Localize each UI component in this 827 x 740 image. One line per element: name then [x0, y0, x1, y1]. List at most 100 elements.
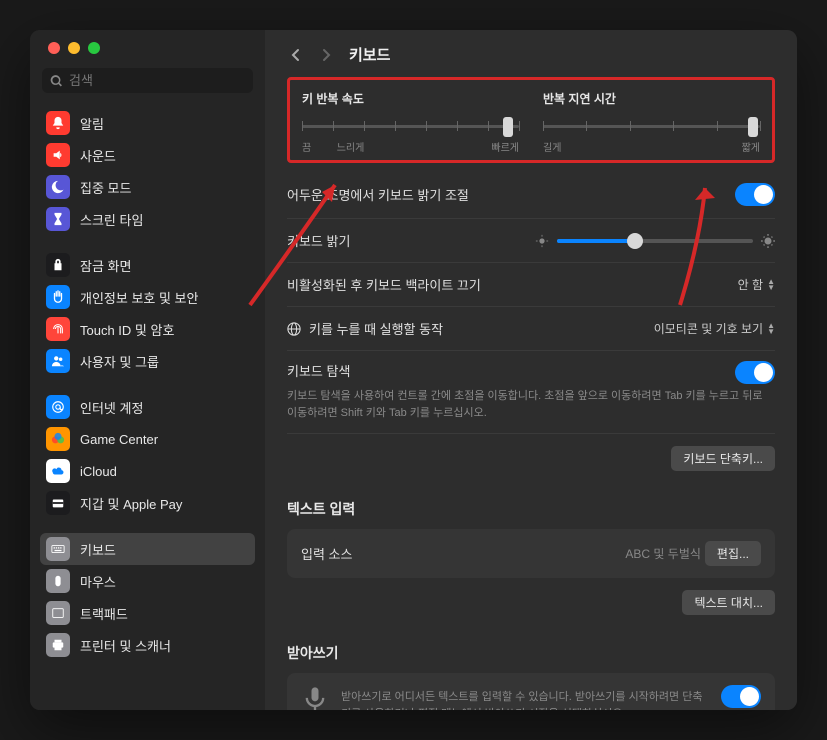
globe-key-select[interactable]: 이모티콘 및 기호 보기 ▲▼	[654, 320, 775, 337]
keyboard-nav-desc: 키보드 탐색을 사용하여 컨트롤 간에 초점을 이동합니다. 초점을 앞으로 이…	[287, 388, 775, 421]
sidebar-item-icloud[interactable]: iCloud	[40, 455, 255, 487]
moon-icon	[46, 175, 70, 199]
sidebar-item-label: 집중 모드	[80, 178, 131, 197]
trackpad-icon	[46, 601, 70, 625]
sidebar-item-users[interactable]: 사용자 및 그룹	[40, 345, 255, 377]
sidebar-item-label: 키보드	[80, 540, 116, 559]
dictation-toggle[interactable]	[721, 685, 761, 708]
sidebar-item-speaker[interactable]: 사운드	[40, 139, 255, 171]
settings-window: 알림사운드집중 모드스크린 타임잠금 화면개인정보 보호 및 보안 Touch I…	[30, 30, 797, 710]
close-window-button[interactable]	[48, 42, 60, 54]
sidebar-item-label: 개인정보 보호 및 보안	[80, 288, 198, 307]
forward-button[interactable]	[317, 45, 337, 65]
minimize-window-button[interactable]	[68, 42, 80, 54]
backlight-off-select[interactable]: 안 함 ▲▼	[738, 276, 775, 293]
window-controls	[30, 42, 265, 68]
sidebar-item-label: Touch ID 및 암호	[80, 320, 174, 339]
key-repeat-label: 키 반복 속도	[302, 90, 519, 107]
header: 키보드	[265, 30, 797, 77]
text-input-section-title: 텍스트 입력	[287, 499, 775, 519]
delay-max-label: 짧게	[742, 139, 760, 154]
page-title: 키보드	[349, 44, 390, 65]
slider-thumb[interactable]	[748, 117, 758, 137]
slider-thumb[interactable]	[503, 117, 513, 137]
input-source-edit-button[interactable]: 편집...	[705, 541, 761, 566]
search-icon	[50, 74, 63, 88]
globe-key-row: 키를 누를 때 실행할 동작 이모티콘 및 기호 보기 ▲▼	[287, 307, 775, 351]
users-icon	[46, 349, 70, 373]
text-replacement-button[interactable]: 텍스트 대치...	[682, 590, 775, 615]
content: 키 반복 속도 끔 느리게 빠르게 반복 지연 시간	[265, 77, 797, 710]
back-button[interactable]	[285, 45, 305, 65]
brightness-slider[interactable]	[535, 234, 775, 248]
dictation-desc: 받아쓰기로 어디서든 텍스트를 입력할 수 있습니다. 받아쓰기를 시작하려면 …	[341, 689, 709, 710]
main-panel: 키보드 키 반복 속도 끔 느리게 빠르게	[265, 30, 797, 710]
sidebar-item-gamecenter[interactable]: Game Center	[40, 423, 255, 455]
text-input-card: 입력 소스 ABC 및 두벌식 편집...	[287, 529, 775, 578]
hand-icon	[46, 285, 70, 309]
sidebar-item-mouse[interactable]: 마우스	[40, 565, 255, 597]
key-repeat-min-label: 끔	[302, 139, 311, 154]
keyboard-shortcuts-button[interactable]: 키보드 단축키...	[671, 446, 775, 471]
backlight-off-row: 비활성화된 후 키보드 백라이트 끄기 안 함 ▲▼	[287, 263, 775, 307]
sidebar-item-moon[interactable]: 집중 모드	[40, 171, 255, 203]
keyboard-nav-block: 키보드 탐색 키보드 탐색을 사용하여 컨트롤 간에 초점을 이동합니다. 초점…	[287, 351, 775, 434]
at-icon	[46, 395, 70, 419]
sidebar: 알림사운드집중 모드스크린 타임잠금 화면개인정보 보호 및 보안 Touch I…	[30, 30, 265, 710]
icloud-icon	[46, 459, 70, 483]
microphone-icon	[301, 685, 329, 710]
bell-icon	[46, 111, 70, 135]
auto-brightness-toggle[interactable]	[735, 183, 775, 206]
sidebar-item-bell[interactable]: 알림	[40, 107, 255, 139]
sidebar-item-fingerprint[interactable]: Touch ID 및 암호	[40, 313, 255, 345]
sidebar-item-trackpad[interactable]: 트랙패드	[40, 597, 255, 629]
dictation-card: 받아쓰기로 어디서든 텍스트를 입력할 수 있습니다. 받아쓰기를 시작하려면 …	[287, 673, 775, 710]
chevron-updown-icon: ▲▼	[767, 279, 775, 291]
brightness-label: 키보드 밝기	[287, 231, 350, 250]
keyboard-nav-label: 키보드 탐색	[287, 361, 350, 380]
delay-block: 반복 지연 시간 길게 짧게	[543, 90, 760, 154]
hourglass-icon	[46, 207, 70, 231]
sidebar-item-label: 사운드	[80, 146, 116, 165]
key-repeat-slider[interactable]	[302, 117, 519, 135]
sidebar-item-label: Game Center	[80, 432, 158, 447]
lock-icon	[46, 253, 70, 277]
gamecenter-icon	[46, 427, 70, 451]
sidebar-item-lock[interactable]: 잠금 화면	[40, 249, 255, 281]
search-input[interactable]	[69, 73, 245, 88]
sidebar-item-keyboard[interactable]: 키보드	[40, 533, 255, 565]
speaker-icon	[46, 143, 70, 167]
sidebar-item-hand[interactable]: 개인정보 보호 및 보안	[40, 281, 255, 313]
auto-brightness-label: 어두운 조명에서 키보드 밝기 조절	[287, 185, 469, 204]
keyboard-nav-toggle[interactable]	[735, 361, 775, 384]
input-source-label: 입력 소스	[301, 544, 352, 563]
sidebar-item-hourglass[interactable]: 스크린 타임	[40, 203, 255, 235]
sidebar-item-label: 마우스	[80, 572, 116, 591]
wallet-icon	[46, 491, 70, 515]
key-repeat-block: 키 반복 속도 끔 느리게 빠르게	[302, 90, 519, 154]
sidebar-list: 알림사운드집중 모드스크린 타임잠금 화면개인정보 보호 및 보안 Touch I…	[30, 107, 265, 710]
printer-icon	[46, 633, 70, 657]
mouse-icon	[46, 569, 70, 593]
chevron-updown-icon: ▲▼	[767, 323, 775, 335]
annotation-highlight-box: 키 반복 속도 끔 느리게 빠르게 반복 지연 시간	[287, 77, 775, 163]
delay-min-label: 길게	[543, 139, 561, 154]
search-box[interactable]	[42, 68, 253, 93]
brightness-low-icon	[535, 234, 549, 248]
sidebar-item-label: 프린터 및 스캐너	[80, 636, 171, 655]
brightness-row: 키보드 밝기	[287, 219, 775, 263]
input-source-value: ABC 및 두벌식	[625, 545, 701, 562]
dictation-section-title: 받아쓰기	[287, 643, 775, 663]
sidebar-item-label: 트랙패드	[80, 604, 128, 623]
sidebar-item-wallet[interactable]: 지갑 및 Apple Pay	[40, 487, 255, 519]
sidebar-item-at[interactable]: 인터넷 계정	[40, 391, 255, 423]
sidebar-item-label: iCloud	[80, 464, 117, 479]
backlight-off-label: 비활성화된 후 키보드 백라이트 끄기	[287, 275, 481, 294]
auto-brightness-row: 어두운 조명에서 키보드 밝기 조절	[287, 171, 775, 219]
sidebar-item-printer[interactable]: 프린터 및 스캐너	[40, 629, 255, 661]
delay-slider[interactable]	[543, 117, 760, 135]
sidebar-item-label: 인터넷 계정	[80, 398, 143, 417]
keyboard-icon	[46, 537, 70, 561]
maximize-window-button[interactable]	[88, 42, 100, 54]
backlight-off-value: 안 함	[738, 276, 763, 293]
